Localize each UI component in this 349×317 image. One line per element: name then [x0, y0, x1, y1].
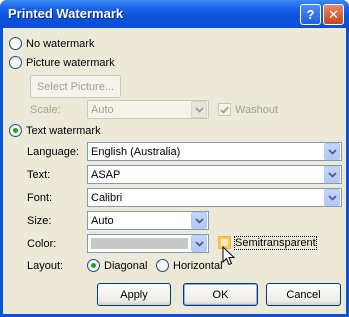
layout-diagonal-option[interactable]: Diagonal — [87, 259, 147, 272]
no-watermark-option[interactable]: No watermark — [9, 37, 94, 50]
language-label: Language: — [27, 146, 79, 158]
language-value: English (Australia) — [91, 145, 181, 158]
text-watermark-option[interactable]: Text watermark — [9, 124, 101, 137]
layout-horizontal-label: Horizontal — [173, 259, 223, 272]
washout-checkbox[interactable] — [218, 103, 231, 116]
ok-label: OK — [212, 288, 229, 301]
close-button[interactable]: ✕ — [323, 4, 344, 25]
chevron-down-icon — [191, 101, 207, 118]
chevron-down-icon — [324, 189, 340, 206]
select-picture-button[interactable]: Select Picture... — [30, 75, 121, 98]
font-label: Font: — [27, 192, 53, 204]
layout-diagonal-label: Diagonal — [104, 259, 148, 272]
picture-watermark-option[interactable]: Picture watermark — [9, 56, 115, 69]
language-select[interactable]: English (Australia) — [87, 142, 342, 161]
color-swatch — [91, 238, 188, 249]
checkmark-icon — [220, 105, 229, 114]
apply-button[interactable]: Apply — [97, 283, 171, 306]
text-value: ASAP — [91, 168, 121, 181]
semitransparent-label: Semitransparent — [234, 235, 317, 250]
size-value: Auto — [91, 214, 114, 227]
chevron-down-icon — [191, 235, 207, 252]
color-label: Color: — [27, 238, 57, 250]
layout-label: Layout: — [27, 260, 64, 272]
scale-value: Auto — [91, 103, 114, 116]
color-select[interactable] — [87, 234, 209, 253]
picture-watermark-label: Picture watermark — [26, 56, 115, 69]
washout-label: Washout — [235, 103, 279, 116]
layout-diagonal-radio[interactable] — [87, 259, 100, 272]
help-button[interactable]: ? — [300, 4, 321, 25]
help-icon: ? — [306, 7, 315, 22]
no-watermark-label: No watermark — [26, 37, 95, 50]
text-label: Text: — [27, 169, 51, 181]
layout-horizontal-radio[interactable] — [156, 259, 169, 272]
dialog-window: Printed Watermark ? ✕ No watermark Pictu… — [0, 0, 349, 317]
picture-watermark-radio[interactable] — [9, 56, 22, 69]
chevron-down-icon — [324, 166, 340, 183]
mouse-cursor-icon — [222, 246, 236, 266]
size-select[interactable]: Auto — [87, 211, 209, 230]
layout-horizontal-option[interactable]: Horizontal — [156, 259, 223, 272]
font-select[interactable]: Calibri — [87, 188, 342, 207]
text-select[interactable]: ASAP — [87, 165, 342, 184]
no-watermark-radio[interactable] — [9, 37, 22, 50]
scale-label: Scale: — [30, 104, 61, 116]
scale-select[interactable]: Auto — [87, 100, 209, 119]
text-watermark-radio[interactable] — [9, 124, 22, 137]
dialog-body: No watermark Picture watermark Select Pi… — [3, 28, 346, 314]
size-label: Size: — [27, 215, 52, 227]
title-bar[interactable]: Printed Watermark ? ✕ — [0, 0, 349, 28]
cancel-button[interactable]: Cancel — [266, 283, 341, 306]
ok-button[interactable]: OK — [183, 283, 258, 306]
apply-label: Apply — [120, 288, 148, 301]
chevron-down-icon — [191, 212, 207, 229]
washout-option[interactable]: Washout — [218, 103, 278, 116]
window-title: Printed Watermark — [8, 6, 124, 21]
close-icon: ✕ — [328, 6, 339, 22]
text-watermark-label: Text watermark — [26, 124, 101, 137]
select-picture-label: Select Picture... — [36, 80, 115, 93]
font-value: Calibri — [91, 191, 123, 204]
chevron-down-icon — [324, 143, 340, 160]
cancel-label: Cancel — [286, 288, 321, 301]
